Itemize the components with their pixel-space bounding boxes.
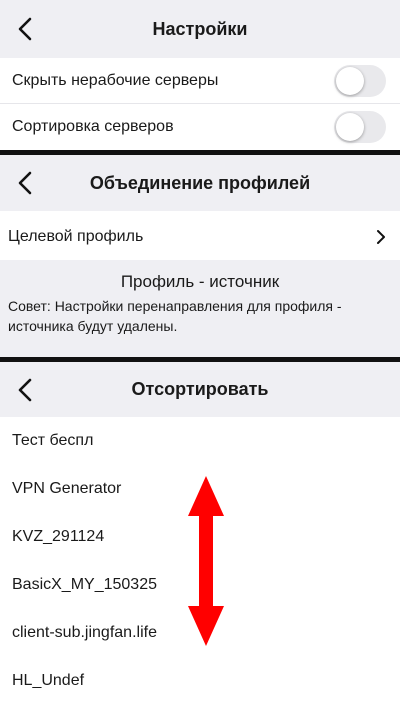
list-item-label: BasicX_MY_150325 [12, 576, 157, 593]
setting-label: Скрыть нерабочие серверы [12, 71, 219, 89]
sort-header: Отсортировать [0, 362, 400, 417]
source-profile-title: Профиль - источник [120, 272, 280, 291]
chevron-left-icon [18, 378, 32, 401]
toggle-knob [336, 66, 364, 95]
merge-header: Объединение профилей [0, 155, 400, 211]
list-item[interactable]: BasicX_MY_150325 [0, 562, 400, 608]
list-item[interactable]: client-sub.jingfan.life [0, 610, 400, 656]
toggle-knob [336, 112, 364, 141]
setting-row-sort-servers: Сортировка серверов [0, 104, 400, 149]
page-title: Настройки [152, 18, 248, 39]
source-profile-section: Профиль - источник Совет: Настройки пере… [0, 260, 400, 357]
list-item[interactable]: VPN Generator [0, 466, 400, 512]
list-item-label: KVZ_291124 [12, 528, 105, 545]
list-item[interactable]: HL_Undef [0, 658, 400, 704]
chevron-left-icon [18, 17, 32, 41]
back-button[interactable] [12, 375, 38, 405]
chevron-right-icon [374, 228, 388, 246]
setting-row-hide-inactive: Скрыть нерабочие серверы [0, 58, 400, 103]
chevron-left-icon [18, 171, 32, 195]
merge-hint-text: Совет: Настройки перенаправления для про… [8, 298, 342, 334]
back-button[interactable] [12, 14, 38, 44]
page-title: Отсортировать [131, 379, 269, 399]
page-title: Объединение профилей [89, 172, 311, 193]
list-item[interactable]: Тест беспл [0, 418, 400, 464]
target-profile-row[interactable]: Целевой профиль [0, 213, 400, 260]
list-item[interactable]: KVZ_291124 [0, 514, 400, 560]
target-profile-label: Целевой профиль [8, 227, 144, 245]
settings-header: Настройки [0, 0, 400, 58]
back-button[interactable] [12, 168, 38, 198]
list-item-label: HL_Undef [12, 672, 85, 689]
list-item-label: Тест беспл [12, 432, 94, 449]
list-item-label: client-sub.jingfan.life [12, 624, 157, 641]
list-item-label: VPN Generator [12, 480, 122, 497]
setting-label: Сортировка серверов [12, 117, 174, 135]
sort-servers-toggle[interactable] [334, 110, 386, 143]
hide-inactive-toggle[interactable] [334, 64, 386, 97]
